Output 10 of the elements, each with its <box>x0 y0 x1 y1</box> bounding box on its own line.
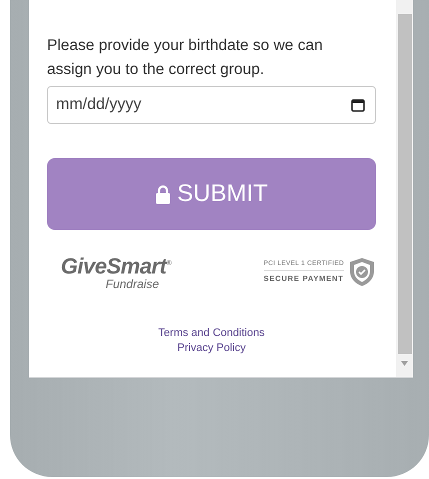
footer-link[interactable]: Terms and Conditions <box>158 327 265 340</box>
calendar-icon[interactable] <box>351 98 365 112</box>
footer-link[interactable]: Privacy Policy <box>177 342 246 354</box>
lock-icon <box>155 184 172 204</box>
scrollbar[interactable] <box>396 0 413 377</box>
date-field[interactable]: mm/dd/yyyy <box>47 86 376 124</box>
scrollbar-thumb[interactable] <box>398 14 412 354</box>
shield-check-icon <box>348 256 376 287</box>
birthdate-prompt: Please provide your birthdate so we can assign you to the correct group. <box>47 36 324 80</box>
scroll-down-icon[interactable] <box>401 361 408 366</box>
